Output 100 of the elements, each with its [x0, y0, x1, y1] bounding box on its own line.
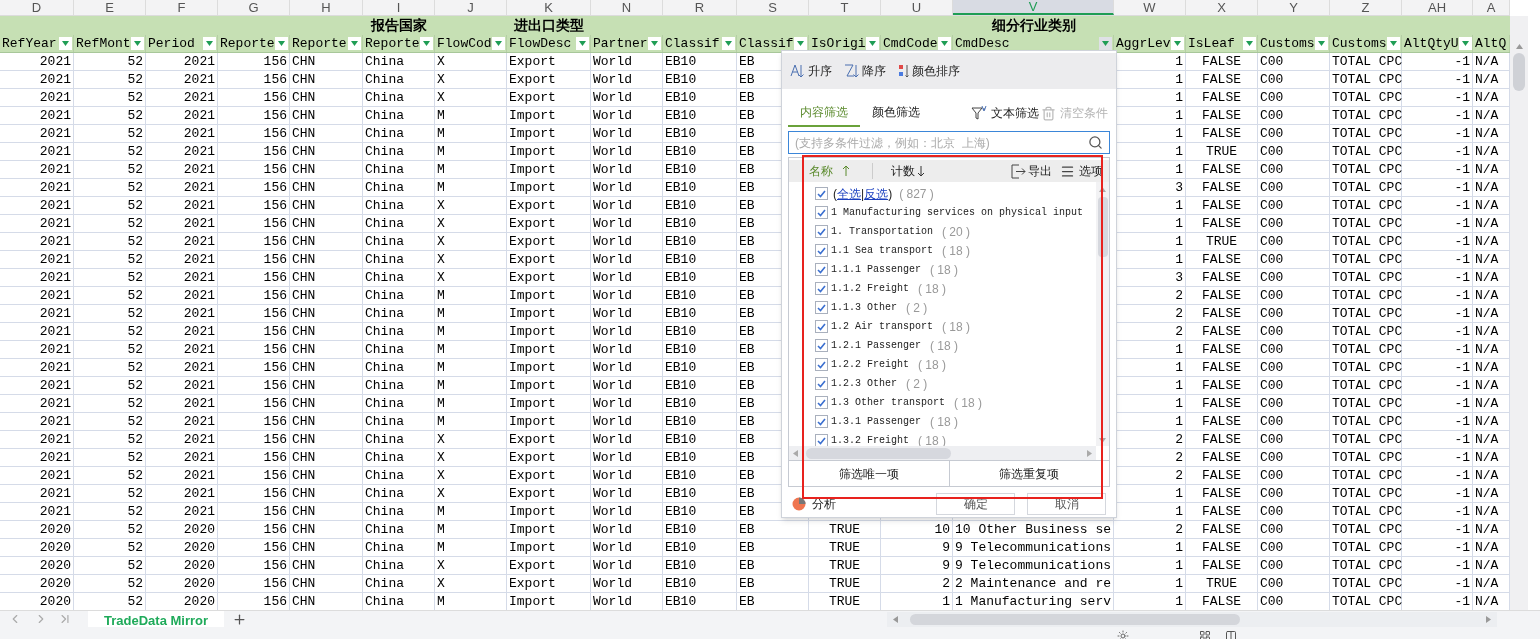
scroll-up-arrow-icon[interactable]: [1099, 187, 1106, 192]
checkbox[interactable]: [815, 225, 828, 238]
search-field[interactable]: (支持多条件过滤，例如：北京 上海): [788, 131, 1110, 154]
filter-dropdown-button[interactable]: [722, 37, 735, 50]
column-letter[interactable]: T: [809, 0, 881, 15]
column-letter[interactable]: A: [1473, 0, 1510, 15]
value-item[interactable]: 1.3.1 Passenger: [831, 414, 921, 429]
filter-dropdown-button[interactable]: [648, 37, 661, 50]
filter-tab[interactable]: 颜色筛选: [860, 99, 932, 127]
column-letter[interactable]: R: [663, 0, 737, 15]
scroll-right-arrow-icon[interactable]: [1087, 449, 1092, 457]
scroll-right-arrow-icon[interactable]: [1486, 615, 1492, 623]
value-item[interactable]: 1.3.2 Freight: [831, 433, 909, 446]
export-button[interactable]: 导出: [1028, 162, 1052, 180]
horizontal-scrollbar[interactable]: [789, 446, 1096, 460]
filter-option-button[interactable]: 筛选唯一项: [789, 461, 949, 486]
column-letter[interactable]: J: [435, 0, 507, 15]
column-letter[interactable]: H: [290, 0, 363, 15]
checkbox[interactable]: [815, 396, 828, 409]
value-item[interactable]: 1.3 Other transport: [831, 395, 946, 410]
column-letter[interactable]: D: [0, 0, 74, 15]
horizontal-scrollbar[interactable]: [887, 611, 1498, 627]
checkbox[interactable]: [815, 206, 828, 219]
vertical-scrollbar[interactable]: [1510, 16, 1528, 610]
filter-dropdown-button[interactable]: [203, 37, 216, 50]
filter-dropdown-button[interactable]: [1315, 37, 1328, 50]
scroll-down-arrow-icon[interactable]: [1099, 438, 1106, 443]
count-column-heading[interactable]: 计数: [891, 162, 915, 180]
column-letter[interactable]: S: [737, 0, 809, 15]
column-letter[interactable]: I: [363, 0, 435, 15]
value-item[interactable]: 1.1.2 Freight: [831, 281, 909, 296]
value-item[interactable]: 1.2.2 Freight: [831, 357, 909, 372]
sort-button[interactable]: 降序: [844, 62, 886, 80]
checkbox[interactable]: [815, 377, 828, 390]
value-item[interactable]: 1.2 Air transport: [831, 319, 934, 334]
checkbox[interactable]: [815, 263, 828, 276]
analyze-button[interactable]: 分析: [812, 495, 836, 513]
column-letter[interactable]: K: [507, 0, 591, 15]
filter-dropdown-button[interactable]: [1099, 37, 1112, 50]
value-item[interactable]: 1.1.3 Other: [831, 300, 897, 315]
scroll-left-arrow-icon[interactable]: [793, 449, 798, 457]
checkbox[interactable]: [815, 358, 828, 371]
filter-dropdown-button[interactable]: [1243, 37, 1256, 50]
sort-button[interactable]: 升序: [790, 62, 832, 80]
options-button[interactable]: 选项: [1079, 162, 1103, 180]
filter-option-button[interactable]: 筛选重复项: [948, 461, 1109, 486]
filter-dropdown-button[interactable]: [1171, 37, 1184, 50]
filter-dropdown-button[interactable]: [794, 37, 807, 50]
checkbox[interactable]: [815, 301, 828, 314]
name-column-heading[interactable]: 名称: [809, 162, 864, 180]
filter-dropdown-button[interactable]: [576, 37, 589, 50]
checkbox[interactable]: [815, 320, 828, 333]
filter-dropdown-button[interactable]: [1387, 37, 1400, 50]
value-item[interactable]: 1. Transportation: [831, 224, 934, 239]
filter-dropdown-button[interactable]: [1458, 37, 1472, 50]
column-letter[interactable]: F: [146, 0, 218, 15]
column-letter[interactable]: AH: [1402, 0, 1473, 15]
scrollbar-thumb[interactable]: [806, 447, 951, 459]
checkbox[interactable]: [815, 282, 828, 295]
column-letter[interactable]: X: [1186, 0, 1258, 15]
scrollbar-thumb[interactable]: [910, 613, 1241, 625]
scrollbar-thumb[interactable]: [1513, 53, 1525, 91]
column-letter[interactable]: E: [74, 0, 146, 15]
scroll-left-arrow-icon[interactable]: [893, 615, 899, 623]
add-sheet-icon[interactable]: [232, 611, 248, 627]
normal-view-icon[interactable]: [1199, 630, 1211, 639]
checkbox[interactable]: [815, 244, 828, 257]
sun-icon[interactable]: [1117, 630, 1129, 639]
column-letter[interactable]: G: [218, 0, 290, 15]
column-letter[interactable]: Z: [1330, 0, 1402, 15]
column-letter[interactable]: N: [591, 0, 663, 15]
dialog-button[interactable]: 确定: [936, 493, 1015, 515]
filter-dropdown-button[interactable]: [59, 37, 72, 50]
filter-dropdown-button[interactable]: [938, 37, 951, 50]
filter-dropdown-button[interactable]: [275, 37, 288, 50]
checkbox[interactable]: [815, 339, 828, 352]
filter-dropdown-button[interactable]: [348, 37, 361, 50]
dialog-button[interactable]: 取消: [1027, 493, 1106, 515]
select-link[interactable]: 反选: [864, 184, 889, 203]
scrollbar-thumb[interactable]: [1097, 197, 1108, 257]
last-sheet-icon[interactable]: [58, 612, 72, 626]
checkbox[interactable]: [815, 434, 828, 446]
page-view-icon[interactable]: [1225, 630, 1237, 639]
value-item[interactable]: 1 Manufacturing services on physical input: [831, 205, 1084, 220]
value-item[interactable]: 1.1.1 Passenger: [831, 262, 921, 277]
checkbox[interactable]: [815, 415, 828, 428]
value-item[interactable]: 1.2.3 Other: [831, 376, 897, 391]
filter-dropdown-button[interactable]: [420, 37, 433, 50]
value-item[interactable]: 1.1 Sea transport: [831, 243, 934, 258]
column-letter[interactable]: Y: [1258, 0, 1330, 15]
scroll-up-arrow-icon[interactable]: [1515, 44, 1523, 49]
filter-action[interactable]: 文本筛选: [971, 99, 1039, 127]
filter-dropdown-button[interactable]: [131, 37, 144, 50]
sort-button[interactable]: 颜色排序: [898, 62, 960, 80]
filter-tab[interactable]: 内容筛选: [788, 99, 860, 127]
filter-dropdown-button[interactable]: [866, 37, 879, 50]
value-item[interactable]: 1.2.1 Passenger: [831, 338, 921, 353]
column-letter[interactable]: W: [1114, 0, 1186, 15]
filter-dropdown-button[interactable]: [492, 37, 505, 50]
checkbox[interactable]: [815, 187, 828, 200]
